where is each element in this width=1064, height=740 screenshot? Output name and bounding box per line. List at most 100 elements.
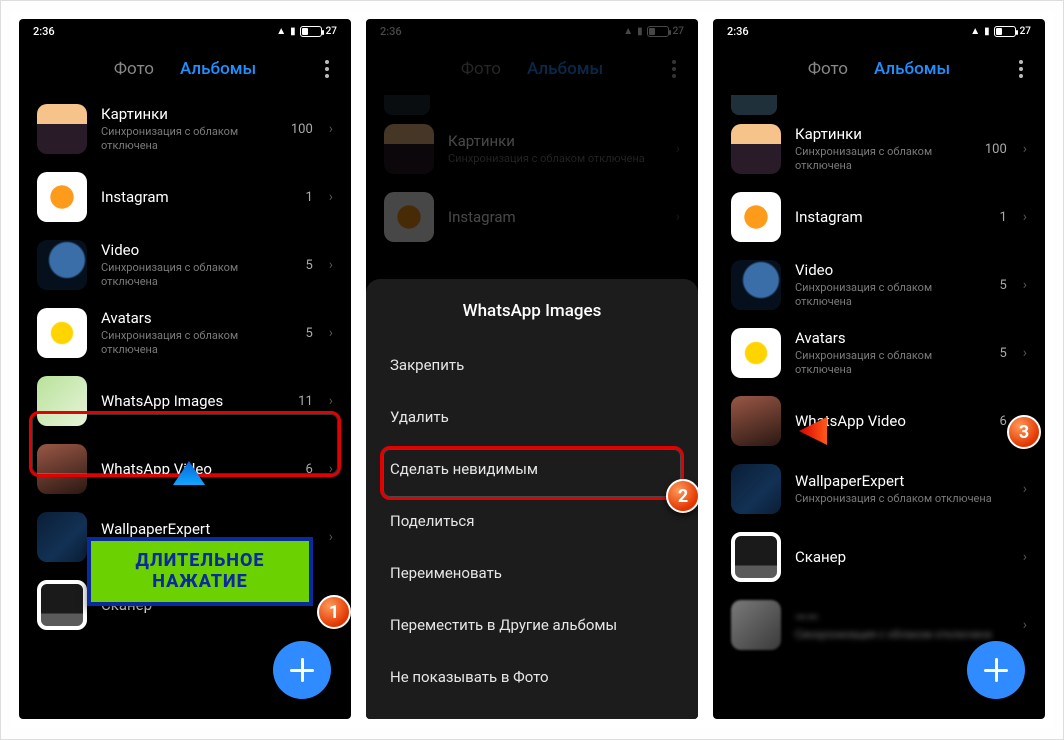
chevron-right-icon: ›	[329, 461, 333, 477]
fab-add-button[interactable]	[273, 641, 331, 699]
album-count: 6	[999, 414, 1006, 429]
album-list: Картинки Синхронизация с облаком отключен…	[713, 115, 1045, 659]
sheet-action[interactable]: Переименовать	[388, 547, 676, 599]
album-subtitle: Синхронизация с облаком отключена	[101, 329, 291, 358]
album-title: WhatsApp Video	[101, 460, 291, 478]
album-meta: Instagram	[795, 208, 985, 226]
tab-bar: Фото Альбомы	[713, 43, 1045, 95]
chevron-right-icon: ›	[1023, 617, 1027, 633]
album-title: Instagram	[101, 188, 291, 206]
album-meta: AvatarsСинхронизация с облаком отключена	[795, 329, 985, 378]
album-row[interactable]: Сканер›	[725, 523, 1033, 591]
album-row[interactable]: VideoСинхронизация с облаком отключена5›	[31, 231, 339, 299]
phone-screen-2: 2:36 ▲ ▮ 27 Фото Альбомы КартинкиСинхрон…	[366, 19, 698, 719]
album-count: 1	[305, 190, 312, 205]
album-thumbnail	[37, 444, 87, 494]
chevron-right-icon: ›	[329, 597, 333, 613]
album-title: Картинки	[101, 105, 277, 123]
album-count: 11	[298, 394, 313, 409]
album-meta: WhatsApp Video	[101, 460, 291, 478]
sheet-action[interactable]: Удалить	[388, 391, 676, 443]
fab-add-button[interactable]	[967, 641, 1025, 699]
album-title: Video	[795, 261, 985, 279]
album-thumbnail	[731, 600, 781, 650]
signal-icon: ▮	[290, 26, 296, 37]
tab-albums[interactable]: Альбомы	[180, 59, 256, 79]
album-count: 5	[305, 258, 312, 273]
album-thumbnail	[731, 532, 781, 582]
status-icons: ▲ ▮ 27	[276, 26, 337, 37]
status-bar: 2:36 ▲ ▮ 27	[19, 19, 351, 43]
album-row[interactable]: VideoСинхронизация с облаком отключена5›	[725, 251, 1033, 319]
album-row[interactable]: WallpaperExpertСинхронизация с облаком о…	[31, 503, 339, 571]
tab-photos[interactable]: Фото	[114, 59, 154, 79]
album-row[interactable]: КартинкиСинхронизация с облаком отключен…	[31, 95, 339, 163]
album-thumbnail	[731, 396, 781, 446]
sheet-action[interactable]: Переместить в Другие альбомы	[388, 599, 676, 651]
album-thumbnail	[37, 512, 87, 562]
battery-pct: 27	[1020, 26, 1031, 37]
album-subtitle: Синхронизация с облаком отключена	[101, 540, 299, 554]
context-sheet: WhatsApp Images ЗакрепитьУдалитьСделать …	[366, 279, 698, 719]
album-title: WallpaperExpert	[795, 472, 993, 490]
overflow-menu-icon[interactable]	[1011, 57, 1031, 81]
album-row[interactable]: WhatsApp Video 6 ›	[31, 435, 339, 503]
album-title: Instagram	[795, 208, 985, 226]
album-title: Сканер	[795, 548, 993, 566]
chevron-right-icon: ›	[329, 529, 333, 545]
chevron-right-icon: ›	[329, 393, 333, 409]
album-row[interactable]: WhatsApp Video 6 ›	[725, 387, 1033, 455]
album-list: Картинки Синхронизация с облаком отключен…	[19, 95, 351, 639]
chevron-right-icon: ›	[1023, 413, 1027, 429]
album-row[interactable]: Сканер›	[31, 571, 339, 639]
sheet-action[interactable]: Не показывать в Фото	[388, 651, 676, 703]
wifi-icon: ▲	[970, 26, 980, 37]
album-thumbnail	[37, 376, 87, 426]
signal-icon: ▮	[984, 26, 990, 37]
album-thumbnail	[37, 308, 87, 358]
album-row[interactable]: AvatarsСинхронизация с облаком отключена…	[725, 319, 1033, 387]
album-row[interactable]: Картинки Синхронизация с облаком отключен…	[725, 115, 1033, 183]
chevron-right-icon: ›	[1023, 345, 1027, 361]
album-thumbnail	[37, 580, 87, 630]
album-row[interactable]: AvatarsСинхронизация с облаком отключена…	[31, 299, 339, 367]
album-meta: —— Синхронизация с облаком отключена	[795, 608, 993, 642]
status-icons: ▲ ▮ 27	[970, 26, 1031, 37]
album-row[interactable]: WhatsApp Images 11 ›	[31, 367, 339, 435]
album-subtitle: Синхронизация с облаком отключена	[795, 492, 993, 506]
album-thumbnail	[37, 240, 87, 290]
album-meta: Картинки Синхронизация с облаком отключен…	[795, 125, 971, 174]
album-count: 100	[985, 142, 1007, 157]
album-row[interactable]: Instagram1›	[725, 183, 1033, 251]
album-meta: Сканер	[795, 548, 993, 566]
album-meta: WhatsApp Images	[101, 392, 284, 410]
battery-icon	[300, 26, 322, 37]
album-title: Картинки	[795, 125, 971, 143]
album-thumbnail	[37, 104, 87, 154]
album-row[interactable]: WallpaperExpert Синхронизация с облаком о…	[725, 455, 1033, 523]
tab-albums[interactable]: Альбомы	[874, 59, 950, 79]
album-row[interactable]: Instagram1›	[31, 163, 339, 231]
album-meta: WhatsApp Video	[795, 412, 985, 430]
album-meta: WallpaperExpertСинхронизация с облаком о…	[101, 520, 299, 554]
album-title: ——	[795, 608, 993, 626]
tab-photos[interactable]: Фото	[808, 59, 848, 79]
overflow-menu-icon[interactable]	[317, 57, 337, 81]
chevron-right-icon: ›	[1023, 209, 1027, 225]
sheet-action[interactable]: Поделиться	[388, 495, 676, 547]
chevron-right-icon: ›	[329, 257, 333, 273]
album-thumbnail	[731, 328, 781, 378]
album-thumbnail	[37, 172, 87, 222]
sheet-action[interactable]: Закрепить	[388, 339, 676, 391]
album-subtitle: Синхронизация с облаком отключена	[795, 628, 993, 642]
album-subtitle: Синхронизация с облаком отключена	[795, 145, 971, 174]
sheet-action[interactable]: Сделать невидимым	[388, 443, 676, 495]
album-count: 5	[999, 278, 1006, 293]
tab-bar: Фото Альбомы	[19, 43, 351, 95]
album-stub	[731, 95, 777, 115]
album-count: 6	[305, 462, 312, 477]
phone-screen-1: 2:36 ▲ ▮ 27 Фото Альбомы Картинки Синхрон…	[19, 19, 351, 719]
album-subtitle: Синхронизация с облаком отключена	[795, 281, 985, 310]
album-thumbnail	[731, 464, 781, 514]
chevron-right-icon: ›	[1023, 481, 1027, 497]
